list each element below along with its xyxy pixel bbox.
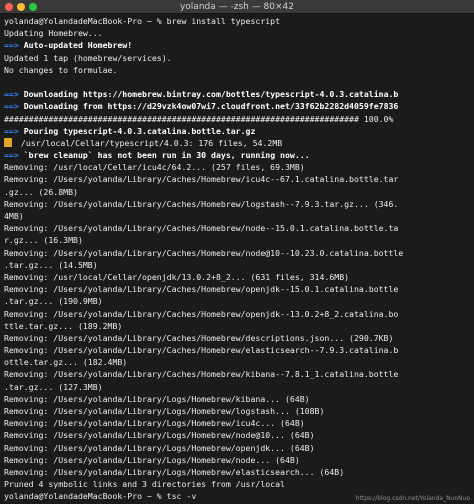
line-text: .gz... (26.8MB)	[4, 186, 78, 197]
terminal-line: Removing: /usr/local/Cellar/openjdk/13.0…	[4, 271, 471, 283]
line-text: Removing: /Users/yolanda/Library/Logs/Ho…	[4, 430, 315, 441]
terminal-line: r.gz... (16.3MB)	[4, 234, 471, 246]
terminal-output[interactable]: yolanda@YolandadeMacBook-Pro ~ % brew in…	[0, 14, 474, 503]
terminal-line: Updating Homebrew...	[4, 27, 471, 39]
line-text: Removing: /Users/yolanda/Library/Logs/Ho…	[4, 454, 300, 465]
terminal-line: .tar.gz... (127.3MB)	[4, 381, 471, 393]
line-text: Downloading from https://d29vzk4ow07wi7.…	[18, 101, 399, 112]
arrow-marker: ==>	[4, 150, 19, 161]
window-title: yolanda — -zsh — 80×42	[179, 2, 295, 12]
terminal-line: Updated 1 tap (homebrew/services).	[4, 52, 471, 64]
line-text: yolanda@YolandadeMacBook-Pro ~ % brew in…	[4, 16, 281, 26]
line-text: Removing: /Users/yolanda/Library/Caches/…	[4, 332, 394, 343]
line-text: Pouring typescript-4.0.3.catalina.bottle…	[18, 125, 256, 136]
terminal-line: ==> `brew cleanup` has not been run in 3…	[4, 149, 471, 161]
terminal-line: .tar.gz... (190.9MB)	[4, 295, 471, 307]
line-text: 4MB)	[4, 211, 24, 221]
terminal-line: ==> Pouring typescript-4.0.3.catalina.bo…	[4, 125, 471, 137]
line-text: Removing: /Users/yolanda/Library/Logs/Ho…	[4, 418, 305, 429]
line-text: ottle.tar.gz... (182.4MB)	[4, 357, 128, 368]
terminal-window: yolanda — -zsh — 80×42 yolanda@Yolandade…	[0, 0, 474, 504]
line-text: Removing: /Users/yolanda/Library/Logs/Ho…	[4, 406, 325, 416]
terminal-line: .tar.gz... (14.5MB)	[4, 259, 471, 271]
terminal-line: Removing: /Users/yolanda/Library/Logs/Ho…	[4, 393, 471, 405]
terminal-line: ==> Downloading https://homebrew.bintray…	[4, 88, 471, 100]
line-text: Removing: /Users/yolanda/Library/Logs/Ho…	[4, 393, 310, 404]
line-text: Removing: /usr/local/Cellar/openjdk/13.0…	[4, 271, 350, 282]
line-text: .tar.gz... (14.5MB)	[4, 259, 98, 270]
arrow-marker: ==>	[4, 89, 19, 100]
terminal-line: Removing: /Users/yolanda/Library/Caches/…	[4, 222, 471, 234]
terminal-line: ########################################…	[4, 113, 471, 125]
terminal-line: Removing: /Users/yolanda/Library/Caches/…	[4, 283, 471, 295]
terminal-line: /usr/local/Cellar/typescript/4.0.3: 176 …	[4, 137, 471, 149]
terminal-line: Removing: /usr/local/Cellar/icu4c/64.2..…	[4, 161, 471, 173]
line-text: /usr/local/Cellar/typescript/4.0.3: 176 …	[16, 137, 283, 148]
line-text: .tar.gz... (190.9MB)	[4, 296, 103, 307]
line-text: ttle.tar.gz... (189.2MB)	[4, 320, 123, 331]
line-text: Removing: /Users/yolanda/Library/Caches/…	[4, 247, 404, 258]
line-text: Removing: /Users/yolanda/Library/Caches/…	[4, 369, 399, 380]
terminal-line: Removing: /Users/yolanda/Library/Caches/…	[4, 344, 471, 356]
line-text: Removing: /Users/yolanda/Library/Logs/Ho…	[4, 466, 345, 477]
line-text: Updated 1 tap (homebrew/services).	[4, 52, 172, 63]
beer-mug-icon	[4, 137, 12, 147]
line-text: Removing: /Users/yolanda/Library/Caches/…	[4, 198, 399, 209]
watermark: https://blog.csdn.net/Yolanda_NuoNuo	[355, 495, 470, 502]
line-text: Downloading https://homebrew.bintray.com…	[18, 89, 399, 100]
terminal-line: Removing: /Users/yolanda/Library/Caches/…	[4, 173, 471, 185]
arrow-marker: ==>	[4, 125, 19, 136]
terminal-line: Removing: /Users/yolanda/Library/Caches/…	[4, 332, 471, 344]
line-text: Removing: /Users/yolanda/Library/Logs/Ho…	[4, 442, 315, 453]
line-text	[4, 77, 9, 87]
arrow-marker: ==>	[4, 40, 19, 51]
line-text: Removing: /Users/yolanda/Library/Caches/…	[4, 223, 399, 234]
line-text: Updating Homebrew...	[4, 28, 103, 39]
terminal-line: yolanda@YolandadeMacBook-Pro ~ % brew in…	[4, 15, 471, 27]
line-text: Removing: /usr/local/Cellar/icu4c/64.2..…	[4, 162, 305, 173]
line-text: Pruned 4 symbolic links and 3 directorie…	[4, 479, 285, 490]
terminal-line: Removing: /Users/yolanda/Library/Caches/…	[4, 247, 471, 259]
terminal-line: Pruned 4 symbolic links and 3 directorie…	[4, 478, 471, 490]
terminal-line: Version 4.0.3	[4, 503, 471, 504]
terminal-line: Removing: /Users/yolanda/Library/Caches/…	[4, 308, 471, 320]
line-text: No changes to formulae.	[4, 64, 118, 75]
line-text: yolanda@YolandadeMacBook-Pro ~ % tsc -v	[4, 491, 197, 502]
terminal-line: Removing: /Users/yolanda/Library/Logs/Ho…	[4, 466, 471, 478]
terminal-line: 4MB)	[4, 210, 471, 222]
title-bar: yolanda — -zsh — 80×42	[0, 0, 474, 14]
line-text: .tar.gz... (127.3MB)	[4, 381, 103, 392]
terminal-line: Removing: /Users/yolanda/Library/Logs/Ho…	[4, 417, 471, 429]
terminal-line	[4, 76, 471, 88]
terminal-line: ttle.tar.gz... (189.2MB)	[4, 320, 471, 332]
line-text: Removing: /Users/yolanda/Library/Caches/…	[4, 308, 399, 319]
terminal-line: Removing: /Users/yolanda/Library/Logs/Ho…	[4, 405, 471, 417]
arrow-marker: ==>	[4, 101, 19, 112]
line-text: r.gz... (16.3MB)	[4, 235, 83, 246]
line-text: Removing: /Users/yolanda/Library/Caches/…	[4, 174, 399, 185]
line-text: ########################################…	[4, 113, 394, 124]
line-text: Auto-updated Homebrew!	[18, 40, 133, 51]
line-text: `brew cleanup` has not been run in 30 da…	[18, 150, 310, 161]
terminal-line: .gz... (26.8MB)	[4, 186, 471, 198]
line-text: Removing: /Users/yolanda/Library/Caches/…	[4, 345, 399, 356]
terminal-line: Removing: /Users/yolanda/Library/Caches/…	[4, 368, 471, 380]
terminal-line: Removing: /Users/yolanda/Library/Caches/…	[4, 198, 471, 210]
terminal-line: ==> Downloading from https://d29vzk4ow07…	[4, 100, 471, 112]
terminal-line: No changes to formulae.	[4, 64, 471, 76]
terminal-line: Removing: /Users/yolanda/Library/Logs/Ho…	[4, 429, 471, 441]
terminal-line: Removing: /Users/yolanda/Library/Logs/Ho…	[4, 454, 471, 466]
terminal-line: ==> Auto-updated Homebrew!	[4, 39, 471, 51]
line-text: Removing: /Users/yolanda/Library/Caches/…	[4, 284, 399, 295]
terminal-line: Removing: /Users/yolanda/Library/Logs/Ho…	[4, 442, 471, 454]
terminal-line: ottle.tar.gz... (182.4MB)	[4, 356, 471, 368]
